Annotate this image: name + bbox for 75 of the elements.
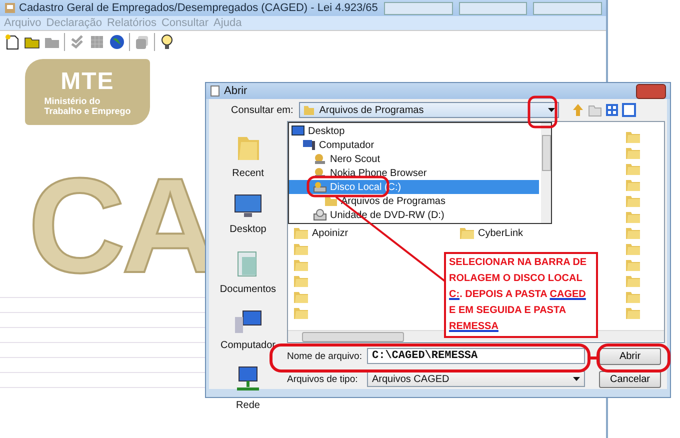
folder-icon <box>626 308 640 318</box>
stack-icon <box>134 34 150 50</box>
new-folder-icon[interactable] <box>588 103 602 117</box>
look-in-label: Consultar em: <box>231 104 294 116</box>
leader-line <box>589 356 598 360</box>
check-icon <box>69 34 85 50</box>
folder-icon <box>294 228 308 238</box>
grid-icon <box>89 34 105 50</box>
folder-icon <box>303 104 316 116</box>
file-name-label: Nome de arquivo: <box>287 350 363 362</box>
toolbar-button[interactable] <box>159 34 175 50</box>
callout-text: SELECIONAR NA BARRA DE ROLAGEM O DISCO LOCAL C:. DEPOIS A PASTA CAGED E EM SEGUIDA E PASTA REMESSA <box>449 256 588 334</box>
folder-icon <box>294 276 308 286</box>
globe-icon <box>109 34 125 50</box>
highlight-ring <box>528 96 558 128</box>
computer-icon <box>302 139 316 151</box>
folder-icon <box>460 228 474 238</box>
folder-name[interactable]: CyberLink <box>478 228 524 238</box>
caret-icon <box>573 377 580 381</box>
app-icon <box>4 2 16 14</box>
logo-abbreviation: MTE <box>60 68 114 96</box>
vertical-scrollbar[interactable] <box>541 123 551 223</box>
up-arrow-icon[interactable] <box>571 103 586 117</box>
folder-icon <box>626 260 640 270</box>
computer-icon <box>233 309 263 335</box>
toolbar-button[interactable] <box>109 34 125 50</box>
app-icon <box>313 167 327 179</box>
maximize-button[interactable] <box>458 2 528 14</box>
dialog-title: Abrir <box>224 85 248 97</box>
new-document-icon <box>4 34 20 50</box>
dropdown-option[interactable]: Computador <box>289 138 539 152</box>
folder-icon <box>626 132 640 142</box>
dvd-drive-icon <box>313 209 327 221</box>
places-item[interactable]: Computador <box>220 309 276 351</box>
places-item[interactable]: Rede <box>233 365 263 411</box>
folder-icon <box>626 276 640 286</box>
folder-icon <box>294 244 308 254</box>
folder-icon <box>294 292 308 302</box>
file-type-label: Arquivos de tipo: <box>287 374 359 384</box>
folder-name[interactable]: Apoinizr <box>312 228 348 238</box>
file-name-field[interactable]: C:\CAGED\REMESSA <box>367 348 585 364</box>
drive-icon <box>313 181 327 193</box>
close-button[interactable] <box>636 84 666 98</box>
folder-icon <box>626 164 640 174</box>
folder-icon <box>626 244 640 254</box>
lightbulb-icon <box>159 34 175 50</box>
logo-caption: Ministério do Trabalho e Emprego <box>44 96 131 116</box>
folder-icon <box>294 260 308 270</box>
folder-icon <box>626 228 640 238</box>
open-button[interactable]: Abrir <box>599 348 661 364</box>
document-icon <box>210 85 220 97</box>
window-title: Cadastro Geral de Empregados/Desempregados (CAGED) - Lei 4.923/65 <box>19 2 378 14</box>
monitor-icon <box>233 193 263 219</box>
banner-lettering: CA <box>28 149 215 303</box>
folder-icon <box>626 292 640 302</box>
view-icon[interactable] <box>605 103 620 117</box>
minimize-button[interactable] <box>384 2 453 14</box>
places-item[interactable]: Recent <box>232 133 264 179</box>
folder-icon <box>626 212 640 222</box>
dropdown-option[interactable]: Desktop <box>289 124 539 138</box>
look-in-dropdown[interactable]: Arquivos de Programas <box>299 102 560 118</box>
dropdown-option[interactable]: Nokia Phone Browser <box>289 166 539 180</box>
places-item[interactable]: Desktop <box>230 193 266 235</box>
toolbar-button[interactable] <box>4 34 20 50</box>
dropdown-option[interactable]: Nero Scout <box>289 152 539 166</box>
list-view-icon[interactable] <box>622 103 636 117</box>
caret-icon <box>548 108 556 112</box>
places-item[interactable]: Documentos <box>220 249 276 295</box>
folder-icon <box>626 148 640 158</box>
folder-icon <box>626 196 640 206</box>
folder-icon <box>294 308 308 318</box>
monitor-icon <box>291 125 305 137</box>
app-icon <box>313 153 327 165</box>
folder-icon <box>626 180 640 190</box>
dropdown-option[interactable]: Arquivos de Programas <box>289 194 539 208</box>
